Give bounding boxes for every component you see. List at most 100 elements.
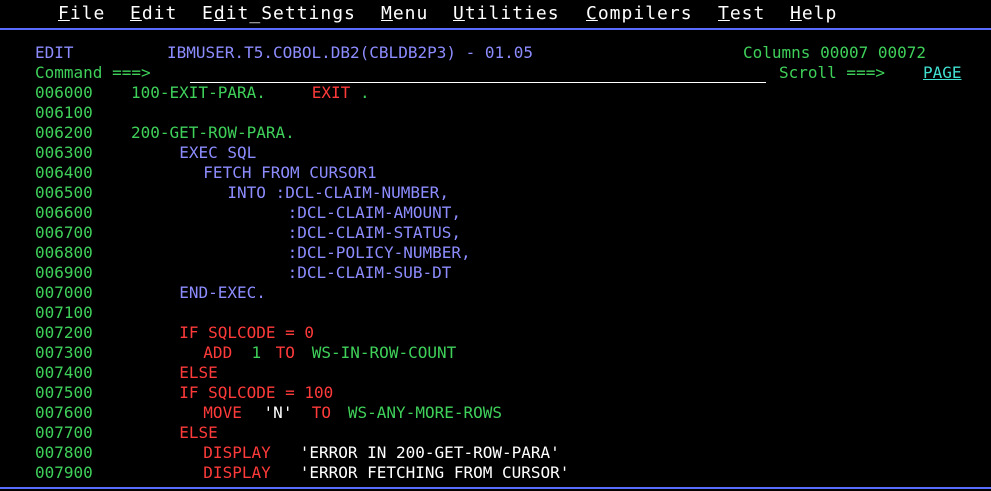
source-line[interactable]: 006200 200-GET-ROW-PARA. xyxy=(0,123,991,143)
code-token: :DCL-POLICY-NUMBER, xyxy=(287,243,471,262)
menu-mnemonic: d xyxy=(213,3,226,24)
source-line[interactable]: 006800 :DCL-POLICY-NUMBER, xyxy=(0,243,991,263)
code-token: MOVE xyxy=(203,403,252,422)
line-number[interactable]: 006300 xyxy=(35,143,93,163)
menu-label: tilities xyxy=(464,3,560,24)
menu-label: it_Settings xyxy=(225,3,356,24)
scroll-label: Scroll ===> xyxy=(779,63,885,82)
bottom-divider xyxy=(0,487,991,489)
source-line[interactable]: 007400 ELSE xyxy=(0,363,991,383)
source-line[interactable]: 006400 FETCH FROM CURSOR1 xyxy=(0,163,991,183)
source-line[interactable]: 006300 EXEC SQL xyxy=(0,143,991,163)
code-token: 100-EXIT-PARA. xyxy=(131,83,276,102)
line-number[interactable]: 007000 xyxy=(35,283,93,303)
code-token: END-EXEC. xyxy=(179,283,266,302)
line-number[interactable]: 007800 xyxy=(35,443,93,463)
source-line[interactable]: 007500 IF SQLCODE = 100 xyxy=(0,383,991,403)
menu-label-prefix: E xyxy=(202,3,214,24)
line-number[interactable]: 007300 xyxy=(35,343,93,363)
menu-label: ompilers xyxy=(597,3,693,24)
menu-test[interactable]: Test xyxy=(718,3,765,24)
code-token: IF SQLCODE = 100 xyxy=(179,383,334,402)
line-number[interactable]: 007600 xyxy=(35,403,93,423)
line-number[interactable]: 006000 xyxy=(35,83,93,103)
menu-label: dit xyxy=(141,3,178,24)
line-number[interactable]: 007900 xyxy=(35,463,93,483)
edit-mode-label: EDIT xyxy=(35,43,74,62)
code-token: ELSE xyxy=(179,363,218,382)
source-line[interactable]: 006100 xyxy=(0,103,991,123)
code-token: 1 xyxy=(251,343,271,362)
command-line: Command ===> Scroll ===> PAGE xyxy=(0,63,991,83)
code-token: :DCL-CLAIM-SUB-DT xyxy=(287,263,452,282)
code-token: EXEC SQL xyxy=(179,143,257,162)
menu-mnemonic: M xyxy=(381,3,393,24)
code-token: DISPLAY xyxy=(203,443,281,462)
source-line[interactable]: 007100 xyxy=(0,303,991,323)
source-line[interactable]: 006600 :DCL-CLAIM-AMOUNT, xyxy=(0,203,991,223)
columns-indicator: Columns 00007 00072 xyxy=(743,43,927,62)
menu-file[interactable]: File xyxy=(58,3,105,24)
menu-mnemonic: F xyxy=(58,3,70,24)
menu-menu[interactable]: Menu xyxy=(381,3,428,24)
line-number[interactable]: 006900 xyxy=(35,263,93,283)
menu-mnemonic: T xyxy=(718,3,730,24)
menu-label: ile xyxy=(69,3,106,24)
code-token: TO xyxy=(311,403,341,422)
line-number[interactable]: 006800 xyxy=(35,243,93,263)
line-number[interactable]: 006500 xyxy=(35,183,93,203)
source-line[interactable]: 007800 DISPLAY 'ERROR IN 200-GET-ROW-PARA… xyxy=(0,443,991,463)
code-token: 'ERROR IN 200-GET-ROW-PARA' xyxy=(299,443,560,462)
code-token: 'N' xyxy=(263,403,303,422)
code-token: 'ERROR FETCHING FROM CURSOR' xyxy=(299,463,570,482)
menu-label: est xyxy=(729,3,766,24)
command-label: Command ===> xyxy=(35,63,151,82)
line-number[interactable]: 006200 xyxy=(35,123,93,143)
code-token: IF SQLCODE = 0 xyxy=(179,323,315,342)
menu-mnemonic: C xyxy=(586,3,598,24)
code-token: EXIT xyxy=(311,83,351,102)
code-token: :DCL-CLAIM-STATUS, xyxy=(287,223,462,242)
menu-compilers[interactable]: Compilers xyxy=(586,3,693,24)
source-line[interactable]: 007200 IF SQLCODE = 0 xyxy=(0,323,991,343)
source-line[interactable]: 007900 DISPLAY 'ERROR FETCHING FROM CURSO… xyxy=(0,463,991,483)
line-number[interactable]: 007100 xyxy=(35,303,93,323)
code-token: ADD xyxy=(203,343,242,362)
source-line[interactable]: 006000 100-EXIT-PARA. EXIT. xyxy=(0,83,991,103)
line-number[interactable]: 006400 xyxy=(35,163,93,183)
menu-edit-settings[interactable]: Edit_Settings xyxy=(202,3,356,24)
line-number[interactable]: 007700 xyxy=(35,423,93,443)
source-line[interactable]: 006900 :DCL-CLAIM-SUB-DT xyxy=(0,263,991,283)
menu-edit[interactable]: Edit xyxy=(130,3,177,24)
source-line[interactable]: 007700 ELSE xyxy=(0,423,991,443)
code-token: DISPLAY xyxy=(203,463,281,482)
code-token: INTO :DCL-CLAIM-NUMBER, xyxy=(227,183,449,202)
line-number[interactable]: 006600 xyxy=(35,203,93,223)
code-token: . xyxy=(359,83,370,102)
menu-mnemonic: U xyxy=(453,3,465,24)
header-line: EDIT IBMUSER.T5.COBOL.DB2(CBLDB2P3) - 01… xyxy=(0,43,991,63)
menu-mnemonic: H xyxy=(790,3,802,24)
code-token: WS-ANY-MORE-ROWS xyxy=(347,403,503,422)
line-number[interactable]: 006100 xyxy=(35,103,93,123)
source-line[interactable]: 007600 MOVE 'N' TO WS-ANY-MORE-ROWS xyxy=(0,403,991,423)
dataset-name: IBMUSER.T5.COBOL.DB2(CBLDB2P3) - 01.05 xyxy=(167,43,534,62)
source-line[interactable]: 006700 :DCL-CLAIM-STATUS, xyxy=(0,223,991,243)
command-input[interactable] xyxy=(190,63,766,83)
menu-label: elp xyxy=(801,3,838,24)
code-token: WS-IN-ROW-COUNT xyxy=(311,343,457,362)
line-number[interactable]: 007500 xyxy=(35,383,93,403)
source-line[interactable]: 007300 ADD 1 TO WS-IN-ROW-COUNT xyxy=(0,343,991,363)
scroll-amount-field[interactable]: PAGE xyxy=(923,63,962,83)
code-token: TO xyxy=(275,343,305,362)
line-number[interactable]: 006700 xyxy=(35,223,93,243)
code-token: FETCH FROM CURSOR1 xyxy=(203,163,377,182)
line-number[interactable]: 007400 xyxy=(35,363,93,383)
source-line[interactable]: 006500 INTO :DCL-CLAIM-NUMBER, xyxy=(0,183,991,203)
menu-utilities[interactable]: Utilities xyxy=(453,3,560,24)
line-number[interactable]: 007200 xyxy=(35,323,93,343)
menu-bar: File Edit Edit_Settings Menu Utilities Compil… xyxy=(0,0,991,30)
menu-help[interactable]: Help xyxy=(790,3,837,24)
source-line[interactable]: 007000 END-EXEC. xyxy=(0,283,991,303)
code-token: :DCL-CLAIM-AMOUNT, xyxy=(287,203,462,222)
